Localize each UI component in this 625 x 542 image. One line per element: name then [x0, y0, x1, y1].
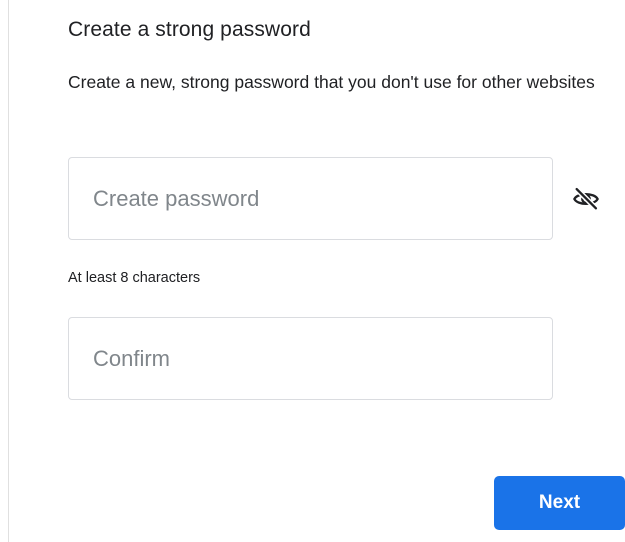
eye-off-icon — [573, 186, 599, 211]
page-subtitle: Create a new, strong password that you d… — [68, 72, 595, 92]
panel-divider — [8, 0, 9, 542]
password-hint: At least 8 characters — [68, 270, 201, 286]
show-password-toggle[interactable] — [570, 183, 602, 215]
page-title: Create a strong password — [68, 18, 311, 41]
create-password-field-container — [68, 157, 553, 240]
confirm-password-field-container — [68, 317, 553, 400]
next-button[interactable]: Next — [494, 476, 625, 530]
create-password-input[interactable] — [69, 158, 552, 239]
confirm-password-input[interactable] — [69, 318, 552, 399]
